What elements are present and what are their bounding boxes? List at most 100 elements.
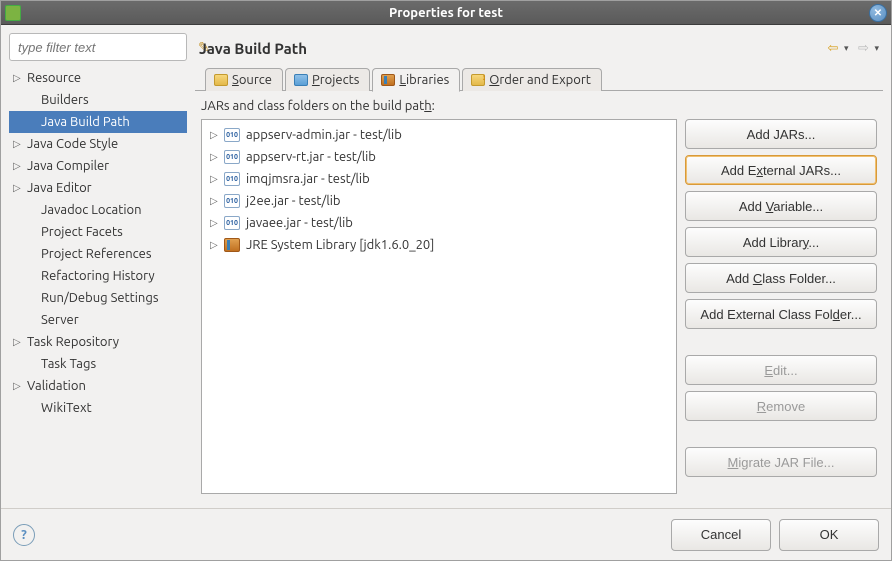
expand-arrow-icon[interactable]: ▷ (13, 182, 27, 194)
sidebar-item-javadoc-location[interactable]: Javadoc Location (9, 199, 187, 221)
tab-label: Source (232, 73, 272, 87)
jar-list[interactable]: ▷010appserv-admin.jar - test/lib▷010apps… (201, 119, 677, 494)
sidebar-item-label: Project Facets (41, 225, 123, 239)
sidebar-item-project-facets[interactable]: Project Facets (9, 221, 187, 243)
expand-arrow-icon[interactable]: ▷ (13, 72, 27, 84)
order-icon (471, 74, 485, 86)
jar-icon: 010 (224, 128, 240, 142)
sidebar-item-builders[interactable]: Builders (9, 89, 187, 111)
tab-label: Libraries (399, 73, 449, 87)
sidebar-item-label: Validation (27, 379, 86, 393)
add-jars-button[interactable]: Add JARs... (685, 119, 877, 149)
properties-dialog: Properties for test ✕ ✎ ▷ResourceBuilder… (0, 0, 892, 561)
sidebar-item-resource[interactable]: ▷Resource (9, 67, 187, 89)
sidebar-item-label: WikiText (41, 401, 92, 415)
expand-arrow-icon[interactable]: ▷ (13, 160, 27, 172)
jar-icon: 010 (224, 194, 240, 208)
sidebar-item-java-compiler[interactable]: ▷Java Compiler (9, 155, 187, 177)
jar-row[interactable]: ▷010 j2ee.jar - test/lib (204, 190, 674, 212)
main-panel: Java Build Path ⇦ ▾ ⇨ ▾ Source Projects Li… (195, 33, 883, 500)
window-title: Properties for test (389, 6, 503, 20)
jar-icon: 010 (224, 172, 240, 186)
libraries-tab-content: JARs and class folders on the build path… (195, 91, 883, 500)
sidebar-item-label: Task Repository (27, 335, 119, 349)
sidebar-item-label: Java Build Path (41, 115, 130, 129)
help-icon[interactable]: ? (13, 524, 35, 546)
sidebar-item-label: Project References (41, 247, 151, 261)
tab-order-and-export[interactable]: Order and Export (462, 68, 602, 91)
jar-row[interactable]: ▷ JRE System Library [jdk1.6.0_20] (204, 234, 674, 256)
jar-label: JRE System Library [jdk1.6.0_20] (246, 238, 434, 252)
dialog-body: ✎ ▷ResourceBuildersJava Build Path▷Java … (1, 25, 891, 508)
sidebar-item-java-build-path[interactable]: Java Build Path (9, 111, 187, 133)
back-menu-icon[interactable]: ▾ (844, 43, 849, 54)
sidebar-item-label: Task Tags (41, 357, 96, 371)
jar-row[interactable]: ▷010javaee.jar - test/lib (204, 212, 674, 234)
expand-arrow-icon[interactable]: ▷ (210, 151, 224, 163)
expand-arrow-icon[interactable]: ▷ (13, 138, 27, 150)
ok-button[interactable]: OK (779, 519, 879, 551)
jar-area: ▷010appserv-admin.jar - test/lib▷010apps… (201, 119, 877, 494)
titlebar: Properties for test ✕ (1, 1, 891, 25)
expand-arrow-icon[interactable]: ▷ (210, 239, 224, 251)
sidebar-item-server[interactable]: Server (9, 309, 187, 331)
sidebar-item-label: Builders (41, 93, 89, 107)
nav-tree: ▷ResourceBuildersJava Build Path▷Java Co… (9, 67, 187, 500)
add-external-jars-button[interactable]: Add External JARs... (685, 155, 877, 185)
sidebar-item-label: Java Code Style (27, 137, 118, 151)
jar-label: javaee.jar - test/lib (246, 216, 353, 230)
sidebar-item-java-code-style[interactable]: ▷Java Code Style (9, 133, 187, 155)
filter-input[interactable] (16, 39, 198, 56)
sidebar-item-java-editor[interactable]: ▷Java Editor (9, 177, 187, 199)
sidebar-item-label: Resource (27, 71, 81, 85)
sidebar-item-refactoring-history[interactable]: Refactoring History (9, 265, 187, 287)
sidebar-item-wikitext[interactable]: WikiText (9, 397, 187, 419)
add-class-folder-button[interactable]: Add Class Folder... (685, 263, 877, 293)
app-icon (5, 5, 21, 21)
tab-projects[interactable]: Projects (285, 68, 370, 91)
tab-strip: Source Projects Libraries Order and Export (195, 63, 883, 91)
filter-box[interactable]: ✎ (9, 33, 187, 61)
sidebar-item-task-repository[interactable]: ▷Task Repository (9, 331, 187, 353)
sidebar-item-label: Java Editor (27, 181, 92, 195)
jar-row[interactable]: ▷010appserv-rt.jar - test/lib (204, 146, 674, 168)
tab-source[interactable]: Source (205, 68, 283, 91)
add-variable-button[interactable]: Add Variable... (685, 191, 877, 221)
sidebar-item-label: Server (41, 313, 79, 327)
expand-arrow-icon[interactable]: ▷ (210, 173, 224, 185)
button-column: Add JARs... Add External JARs... Add Var… (685, 119, 877, 494)
cancel-button[interactable]: Cancel (671, 519, 771, 551)
sidebar-item-label: Run/Debug Settings (41, 291, 158, 305)
add-library-button[interactable]: Add Library... (685, 227, 877, 257)
sidebar-item-project-references[interactable]: Project References (9, 243, 187, 265)
add-external-class-folder-button[interactable]: Add External Class Folder... (685, 299, 877, 329)
proj-icon (294, 74, 308, 86)
main-header: Java Build Path ⇦ ▾ ⇨ ▾ (195, 33, 883, 63)
sidebar-item-run-debug-settings[interactable]: Run/Debug Settings (9, 287, 187, 309)
jar-label: imqjmsra.jar - test/lib (246, 172, 370, 186)
jar-label: j2ee.jar - test/lib (246, 194, 341, 208)
jar-label: appserv-admin.jar - test/lib (246, 128, 402, 142)
section-label: JARs and class folders on the build path… (201, 99, 877, 113)
expand-arrow-icon[interactable]: ▷ (13, 380, 27, 392)
back-icon[interactable]: ⇦ (824, 39, 842, 57)
edit-button: Edit... (685, 355, 877, 385)
expand-arrow-icon[interactable]: ▷ (13, 336, 27, 348)
tab-libraries[interactable]: Libraries (372, 68, 460, 92)
sidebar: ✎ ▷ResourceBuildersJava Build Path▷Java … (9, 33, 187, 500)
lib-icon (381, 74, 395, 86)
sidebar-item-label: Refactoring History (41, 269, 155, 283)
expand-arrow-icon[interactable]: ▷ (210, 129, 224, 141)
jar-row[interactable]: ▷010 imqjmsra.jar - test/lib (204, 168, 674, 190)
jre-library-icon (224, 238, 240, 252)
close-icon[interactable]: ✕ (869, 4, 887, 22)
expand-arrow-icon[interactable]: ▷ (210, 195, 224, 207)
jar-label: appserv-rt.jar - test/lib (246, 150, 376, 164)
sidebar-item-validation[interactable]: ▷Validation (9, 375, 187, 397)
jar-row[interactable]: ▷010 appserv-admin.jar - test/lib (204, 124, 674, 146)
forward-menu-icon[interactable]: ▾ (874, 43, 879, 54)
remove-button: Remove (685, 391, 877, 421)
sidebar-item-task-tags[interactable]: Task Tags (9, 353, 187, 375)
expand-arrow-icon[interactable]: ▷ (210, 217, 224, 229)
folder-icon (214, 74, 228, 86)
